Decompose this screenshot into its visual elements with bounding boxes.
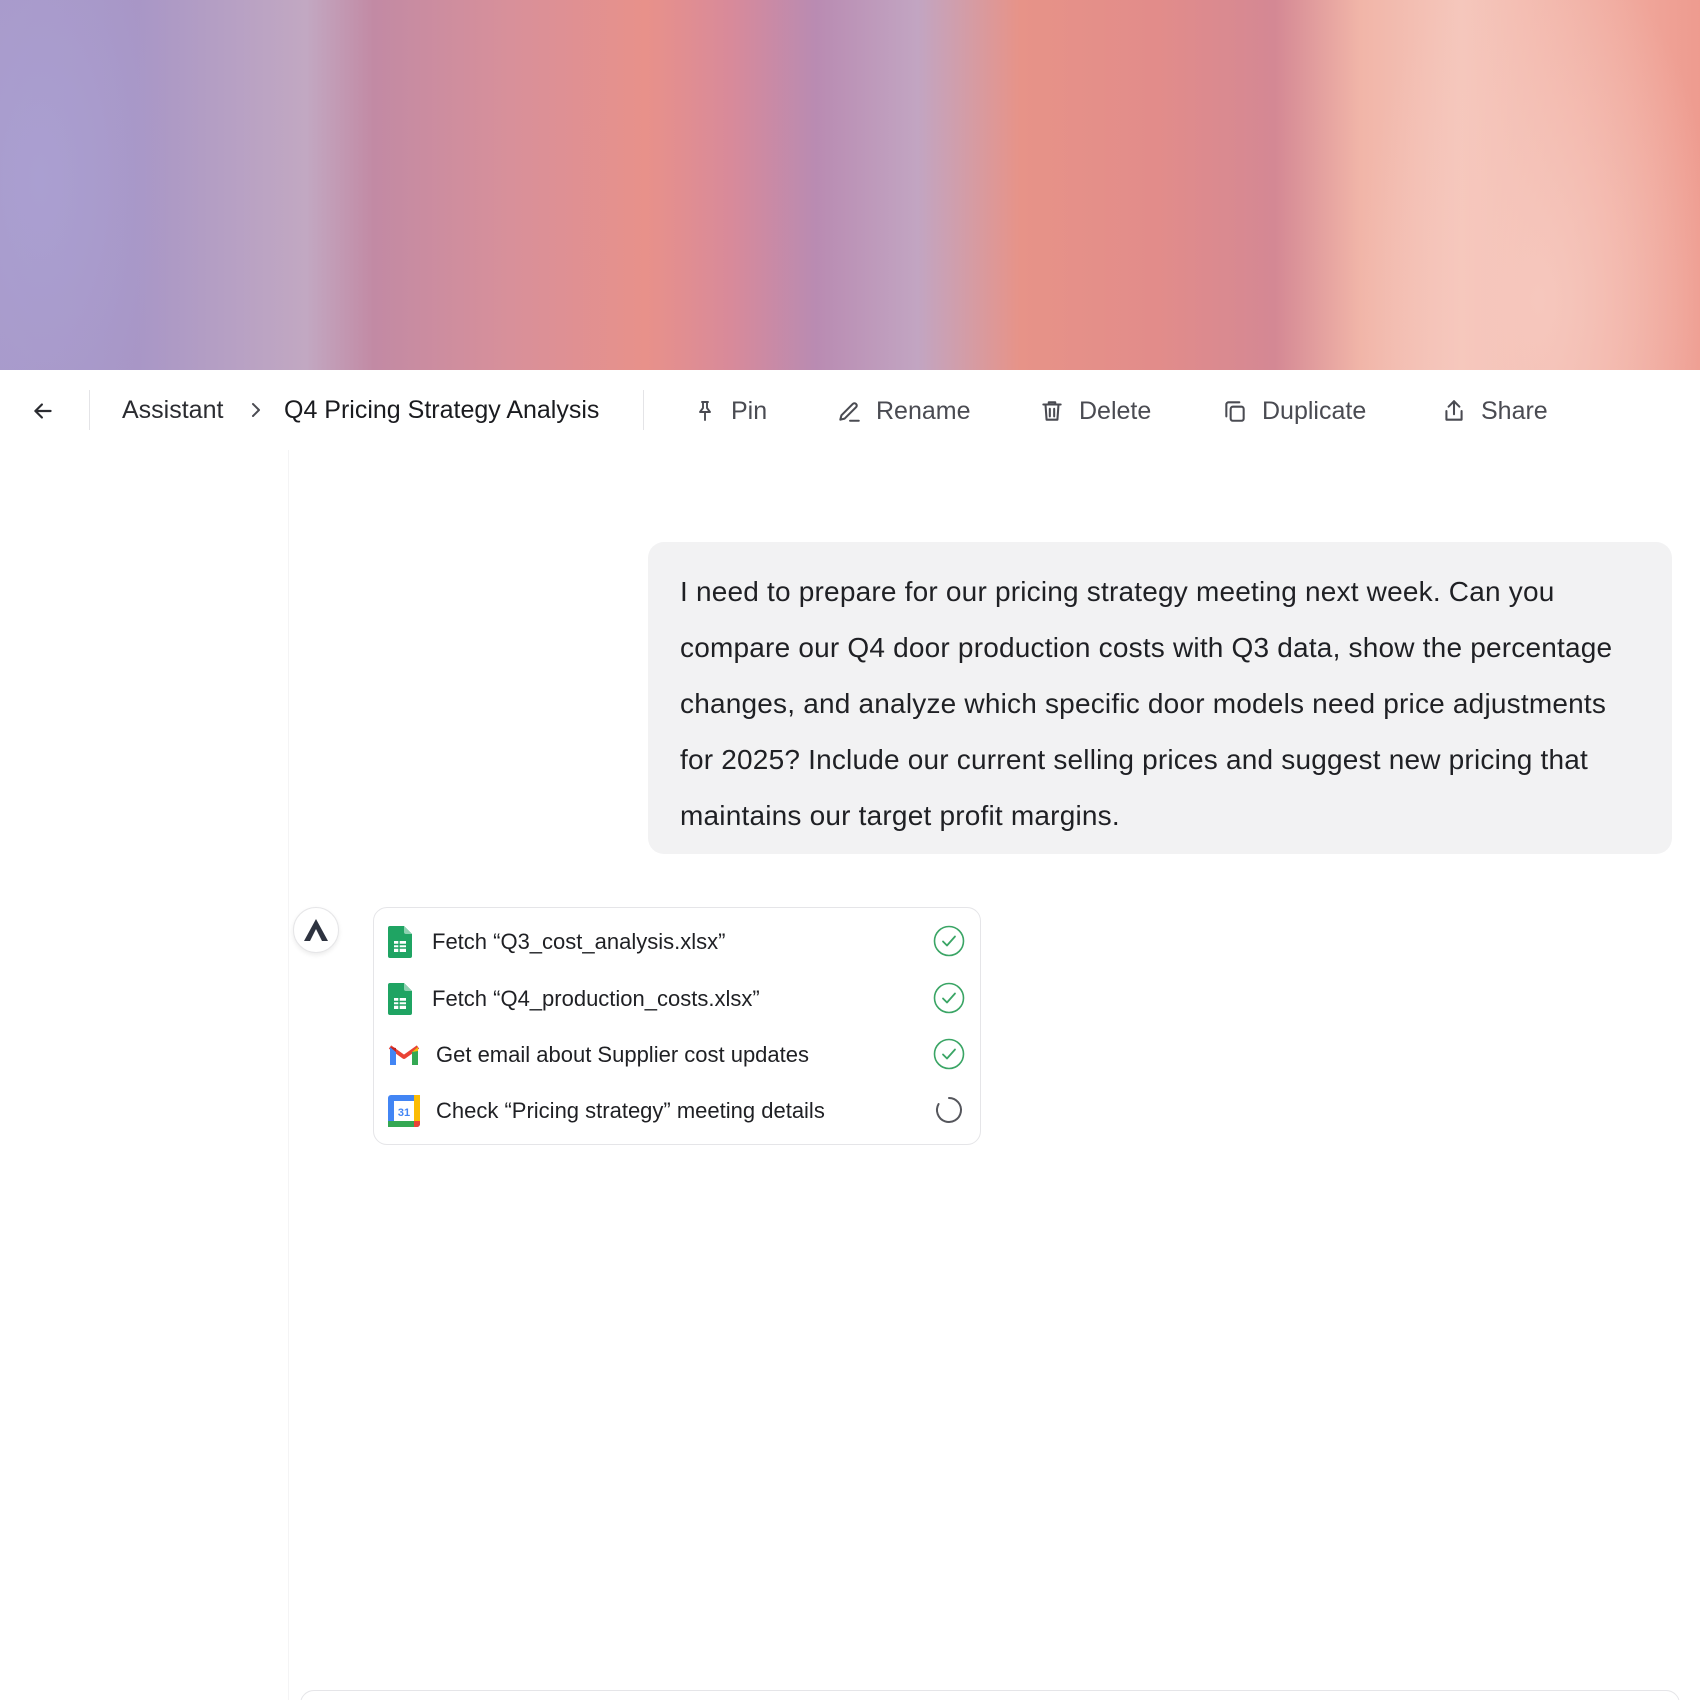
check-circle-icon	[932, 1037, 966, 1071]
top-toolbar: Assistant Q4 Pricing Strategy Analysis P…	[0, 372, 1700, 450]
task-label: Get email about Supplier cost updates	[436, 1042, 810, 1067]
rename-label: Rename	[876, 396, 971, 425]
toolbar-divider	[89, 390, 90, 430]
breadcrumb-current-title: Q4 Pricing Strategy Analysis	[284, 396, 600, 424]
rename-button[interactable]: Rename	[836, 392, 971, 430]
trash-icon	[1042, 401, 1062, 421]
chevron-right-icon	[252, 403, 260, 417]
loading-spinner-icon	[932, 1093, 966, 1127]
user-message-bubble: I need to prepare for our pricing strate…	[648, 542, 1672, 854]
assistant-avatar	[293, 907, 339, 953]
delete-label: Delete	[1079, 396, 1152, 425]
pin-label: Pin	[731, 396, 768, 425]
copy-icon	[1225, 401, 1245, 422]
google-calendar-icon: 31	[388, 1093, 420, 1129]
back-button[interactable]	[26, 394, 60, 428]
breadcrumb-assistant[interactable]: Assistant	[122, 396, 223, 425]
task-label: Check “Pricing strategy” meeting details	[436, 1098, 825, 1123]
duplicate-label: Duplicate	[1262, 396, 1367, 425]
share-button[interactable]: Share	[1441, 392, 1548, 430]
task-item: Fetch “Q3_cost_analysis.xlsx”	[388, 920, 966, 964]
task-item: Fetch “Q4_production_costs.xlsx”	[388, 977, 966, 1021]
toolbar-divider	[643, 390, 644, 430]
google-sheets-icon	[388, 981, 420, 1017]
share-label: Share	[1481, 396, 1548, 425]
message-composer[interactable]	[300, 1690, 1680, 1700]
header-banner	[0, 0, 1700, 370]
pin-icon	[699, 401, 711, 421]
assistant-logo-icon	[304, 919, 328, 941]
check-circle-icon	[932, 924, 966, 958]
gmail-icon	[388, 1037, 420, 1073]
google-sheets-icon	[388, 924, 420, 960]
pin-button[interactable]: Pin	[693, 392, 767, 430]
duplicate-button[interactable]: Duplicate	[1222, 392, 1366, 430]
task-label: Fetch “Q4_production_costs.xlsx”	[432, 986, 760, 1011]
arrow-left-icon	[34, 403, 52, 419]
task-label: Fetch “Q3_cost_analysis.xlsx”	[432, 929, 726, 954]
sidebar-divider	[288, 450, 289, 1700]
delete-button[interactable]: Delete	[1039, 392, 1151, 430]
check-circle-icon	[932, 981, 966, 1015]
task-item: Get email about Supplier cost updates	[388, 1033, 966, 1077]
pencil-icon	[839, 402, 860, 422]
share-icon	[1445, 400, 1463, 421]
task-progress-card: Fetch “Q3_cost_analysis.xlsx” Fetch “Q4_…	[373, 907, 981, 1145]
calendar-day-text: 31	[398, 1107, 410, 1119]
task-item: 31 Check “Pricing strategy” meeting deta…	[388, 1089, 966, 1133]
